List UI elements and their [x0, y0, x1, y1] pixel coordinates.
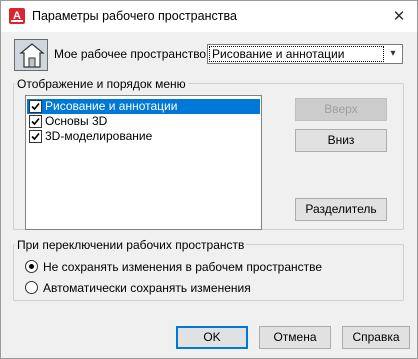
dont-save-radio[interactable] — [25, 260, 38, 273]
menu-item-checkbox[interactable] — [29, 115, 42, 128]
title-bar[interactable]: A Параметры рабочего пространства ✕ — [1, 1, 417, 32]
auto-save-radio[interactable] — [25, 281, 38, 294]
ok-button[interactable]: OK — [176, 326, 248, 349]
move-down-button[interactable]: Вниз — [295, 129, 387, 152]
list-item[interactable]: 3D-моделирование — [27, 129, 260, 144]
list-item-label: Основы 3D — [45, 114, 108, 128]
workspace-label: Мое рабочее пространство = — [54, 47, 216, 61]
workspace-select[interactable]: Рисование и аннотации ▾ — [207, 44, 403, 64]
menu-list[interactable]: Рисование и аннотации Основы 3D 3D-модел… — [25, 95, 262, 230]
list-item[interactable]: Рисование и аннотации — [27, 99, 260, 114]
display-order-group-title: Отображение и порядок меню — [15, 77, 188, 91]
close-button[interactable]: ✕ — [389, 7, 409, 27]
move-up-button[interactable]: Вверх — [295, 98, 387, 121]
list-item-label: 3D-моделирование — [45, 129, 153, 143]
workspace-switch-group-title: При переключении рабочих пространств — [15, 238, 247, 252]
list-item-label: Рисование и аннотации — [45, 99, 178, 113]
menu-item-checkbox[interactable] — [29, 100, 42, 113]
window-title: Параметры рабочего пространства — [32, 9, 237, 23]
list-item[interactable]: Основы 3D — [27, 114, 260, 129]
workspace-settings-dialog: A Параметры рабочего пространства ✕ Мое … — [0, 0, 418, 359]
auto-save-label[interactable]: Автоматически сохранять изменения — [43, 281, 251, 295]
workspace-label-text: Мое рабочее пространство = — [54, 47, 217, 61]
autocad-app-icon: A — [9, 8, 25, 24]
dont-save-label[interactable]: Не сохранять изменения в рабочем простра… — [43, 260, 322, 274]
chevron-down-icon[interactable]: ▾ — [386, 46, 400, 62]
menu-item-checkbox[interactable] — [29, 130, 42, 143]
help-button[interactable]: Справка — [342, 326, 410, 349]
workspace-select-value: Рисование и аннотации — [209, 46, 384, 62]
cancel-button[interactable]: Отмена — [259, 326, 331, 349]
separator-button[interactable]: Разделитель — [295, 198, 387, 221]
workspace-house-icon — [14, 39, 48, 71]
